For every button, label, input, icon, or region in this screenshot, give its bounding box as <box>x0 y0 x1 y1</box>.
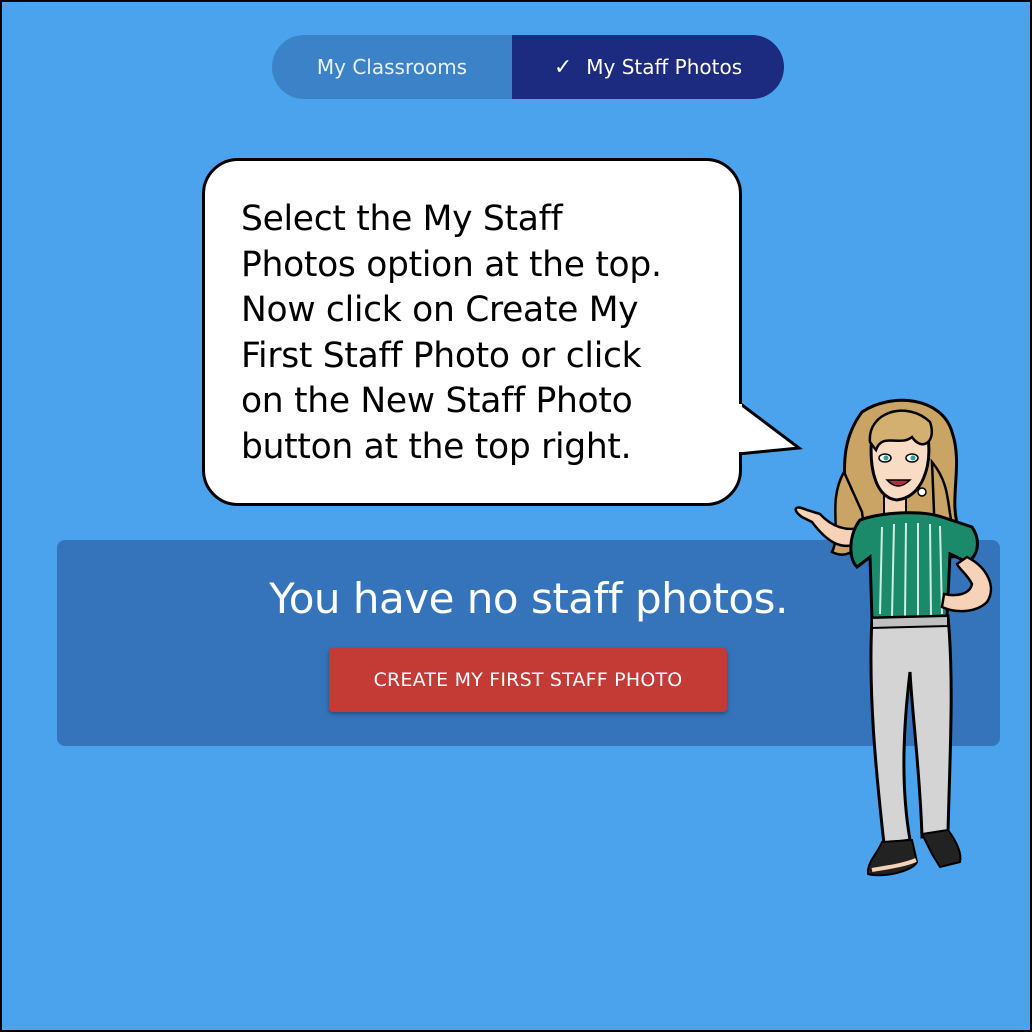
tab-my-classrooms-label: My Classrooms <box>316 55 468 79</box>
screen: My Classrooms ✓ My Staff Photos Select t… <box>2 2 1030 1030</box>
tab-my-staff-photos[interactable]: ✓ My Staff Photos <box>512 35 784 99</box>
create-first-staff-photo-button[interactable]: CREATE MY FIRST STAFF PHOTO <box>329 648 727 712</box>
check-icon: ✓ <box>553 54 573 80</box>
instruction-line: on the New Staff Photo <box>241 381 633 421</box>
cartoon-woman-character <box>794 398 993 877</box>
instruction-line: Now click on Create My <box>241 290 639 330</box>
view-toggle: My Classrooms ✓ My Staff Photos <box>272 35 784 99</box>
instruction-line: button at the top right. <box>241 426 632 467</box>
instruction-line: First Staff Photo or click <box>241 335 642 376</box>
instruction-line: Select the My Staff <box>241 199 563 239</box>
tab-my-staff-photos-label: My Staff Photos <box>586 55 743 79</box>
speech-bubble: Select the My Staff Photos option at the… <box>202 158 742 506</box>
instruction-text: Select the My Staff Photos option at the… <box>241 197 719 470</box>
tab-my-classrooms[interactable]: My Classrooms <box>272 35 512 99</box>
instruction-line: Photos option at the top. <box>241 244 662 285</box>
